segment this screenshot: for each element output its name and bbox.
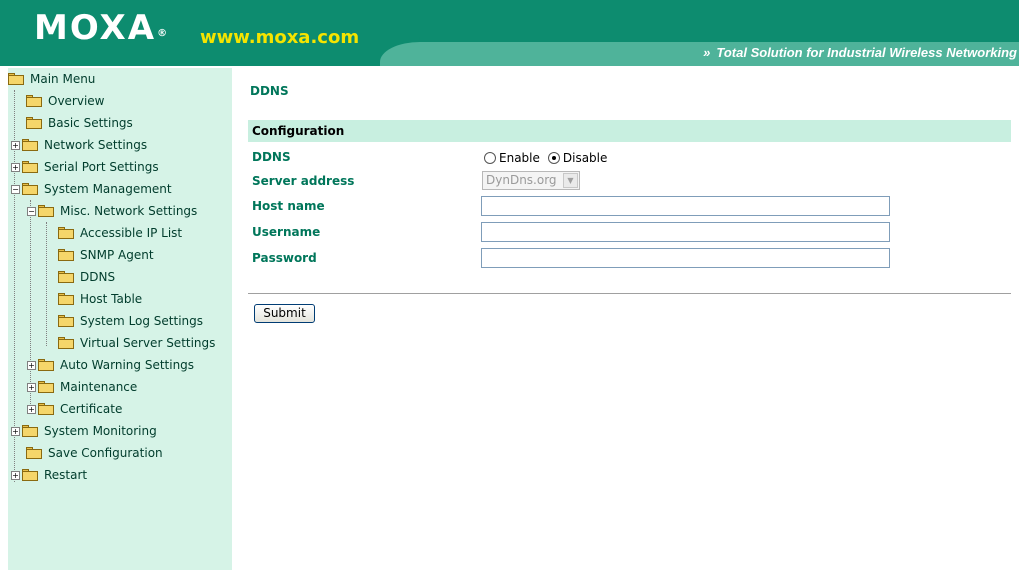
moxa-logo: MOXA® bbox=[34, 8, 170, 48]
folder-icon bbox=[38, 359, 54, 371]
sidebar-item-virtual-server-settings[interactable]: Virtual Server Settings bbox=[47, 332, 215, 354]
folder-icon bbox=[58, 227, 74, 239]
server-address-select[interactable]: DynDns.org ▼ bbox=[482, 171, 580, 190]
collapse-icon[interactable]: − bbox=[11, 184, 20, 194]
host-name-label: Host name bbox=[252, 199, 325, 213]
sidebar-item-maintenance[interactable]: + Maintenance bbox=[27, 376, 137, 398]
sidebar-item-snmp-agent[interactable]: SNMP Agent bbox=[47, 244, 154, 266]
section-header-configuration: Configuration bbox=[248, 120, 1011, 142]
sidebar-item-system-management[interactable]: − System Management bbox=[11, 178, 172, 200]
site-url: www.moxa.com bbox=[200, 27, 360, 48]
enable-radio-label[interactable]: Enable bbox=[499, 151, 540, 165]
open-folder-icon bbox=[22, 183, 38, 195]
sidebar-item-accessible-ip-list[interactable]: Accessible IP List bbox=[47, 222, 182, 244]
tagline: » Total Solution for Industrial Wireless … bbox=[703, 45, 1017, 60]
username-input[interactable] bbox=[481, 222, 890, 242]
expand-icon[interactable]: + bbox=[11, 162, 20, 172]
chevron-down-icon: ▼ bbox=[563, 173, 578, 188]
folder-icon bbox=[22, 469, 38, 481]
host-name-input[interactable] bbox=[481, 196, 890, 216]
form-divider bbox=[248, 293, 1011, 294]
sidebar-item-restart[interactable]: + Restart bbox=[11, 464, 87, 486]
header-banner: MOXA® www.moxa.com » Total Solution for I… bbox=[0, 0, 1019, 68]
disable-radio-label[interactable]: Disable bbox=[563, 151, 608, 165]
submit-button[interactable]: Submit bbox=[254, 304, 315, 323]
sidebar-item-network-settings[interactable]: + Network Settings bbox=[11, 134, 147, 156]
sidebar-item-system-monitoring[interactable]: + System Monitoring bbox=[11, 420, 157, 442]
sidebar-item-basic-settings[interactable]: Basic Settings bbox=[15, 112, 133, 134]
folder-icon bbox=[38, 381, 54, 393]
expand-icon[interactable]: + bbox=[11, 426, 20, 436]
folder-icon bbox=[58, 249, 74, 261]
open-folder-icon bbox=[38, 205, 54, 217]
folder-icon bbox=[22, 425, 38, 437]
folder-icon bbox=[26, 117, 42, 129]
page-title: DDNS bbox=[250, 84, 289, 98]
sidebar-item-save-configuration[interactable]: Save Configuration bbox=[15, 442, 163, 464]
sidebar-item-auto-warning-settings[interactable]: + Auto Warning Settings bbox=[27, 354, 194, 376]
expand-icon[interactable]: + bbox=[27, 382, 36, 392]
open-folder-icon bbox=[8, 73, 24, 85]
sidebar-item-host-table[interactable]: Host Table bbox=[47, 288, 142, 310]
username-label: Username bbox=[252, 225, 321, 239]
server-address-label: Server address bbox=[252, 174, 355, 188]
folder-icon bbox=[22, 139, 38, 151]
password-input[interactable] bbox=[481, 248, 890, 268]
sidebar-item-system-log-settings[interactable]: System Log Settings bbox=[47, 310, 203, 332]
folder-icon bbox=[58, 315, 74, 327]
ddns-label: DDNS bbox=[252, 150, 291, 164]
main-content: DDNS Configuration DDNS Enable Disable S… bbox=[248, 68, 1019, 570]
expand-icon[interactable]: + bbox=[27, 360, 36, 370]
sidebar-item-ddns[interactable]: DDNS bbox=[47, 266, 115, 288]
expand-icon[interactable]: + bbox=[27, 404, 36, 414]
sidebar-item-serial-port-settings[interactable]: + Serial Port Settings bbox=[11, 156, 159, 178]
sidebar-item-certificate[interactable]: + Certificate bbox=[27, 398, 122, 420]
sidebar-menu: Main Menu Overview Basic Settings + Netw… bbox=[8, 68, 232, 570]
folder-icon bbox=[58, 271, 74, 283]
sidebar-item-overview[interactable]: Overview bbox=[15, 90, 105, 112]
sidebar-item-main-menu[interactable]: Main Menu bbox=[8, 68, 95, 90]
enable-radio[interactable] bbox=[484, 152, 496, 164]
password-label: Password bbox=[252, 251, 317, 265]
folder-icon bbox=[38, 403, 54, 415]
sidebar-item-misc-network-settings[interactable]: − Misc. Network Settings bbox=[27, 200, 197, 222]
collapse-icon[interactable]: − bbox=[27, 206, 36, 216]
ddns-radio-group: Enable Disable bbox=[484, 151, 615, 165]
expand-icon[interactable]: + bbox=[11, 470, 20, 480]
folder-icon bbox=[26, 95, 42, 107]
folder-icon bbox=[58, 337, 74, 349]
disable-radio[interactable] bbox=[547, 152, 560, 164]
folder-icon bbox=[58, 293, 74, 305]
expand-icon[interactable]: + bbox=[11, 140, 20, 150]
double-chevron-icon: » bbox=[703, 45, 711, 60]
folder-icon bbox=[22, 161, 38, 173]
folder-icon bbox=[26, 447, 42, 459]
